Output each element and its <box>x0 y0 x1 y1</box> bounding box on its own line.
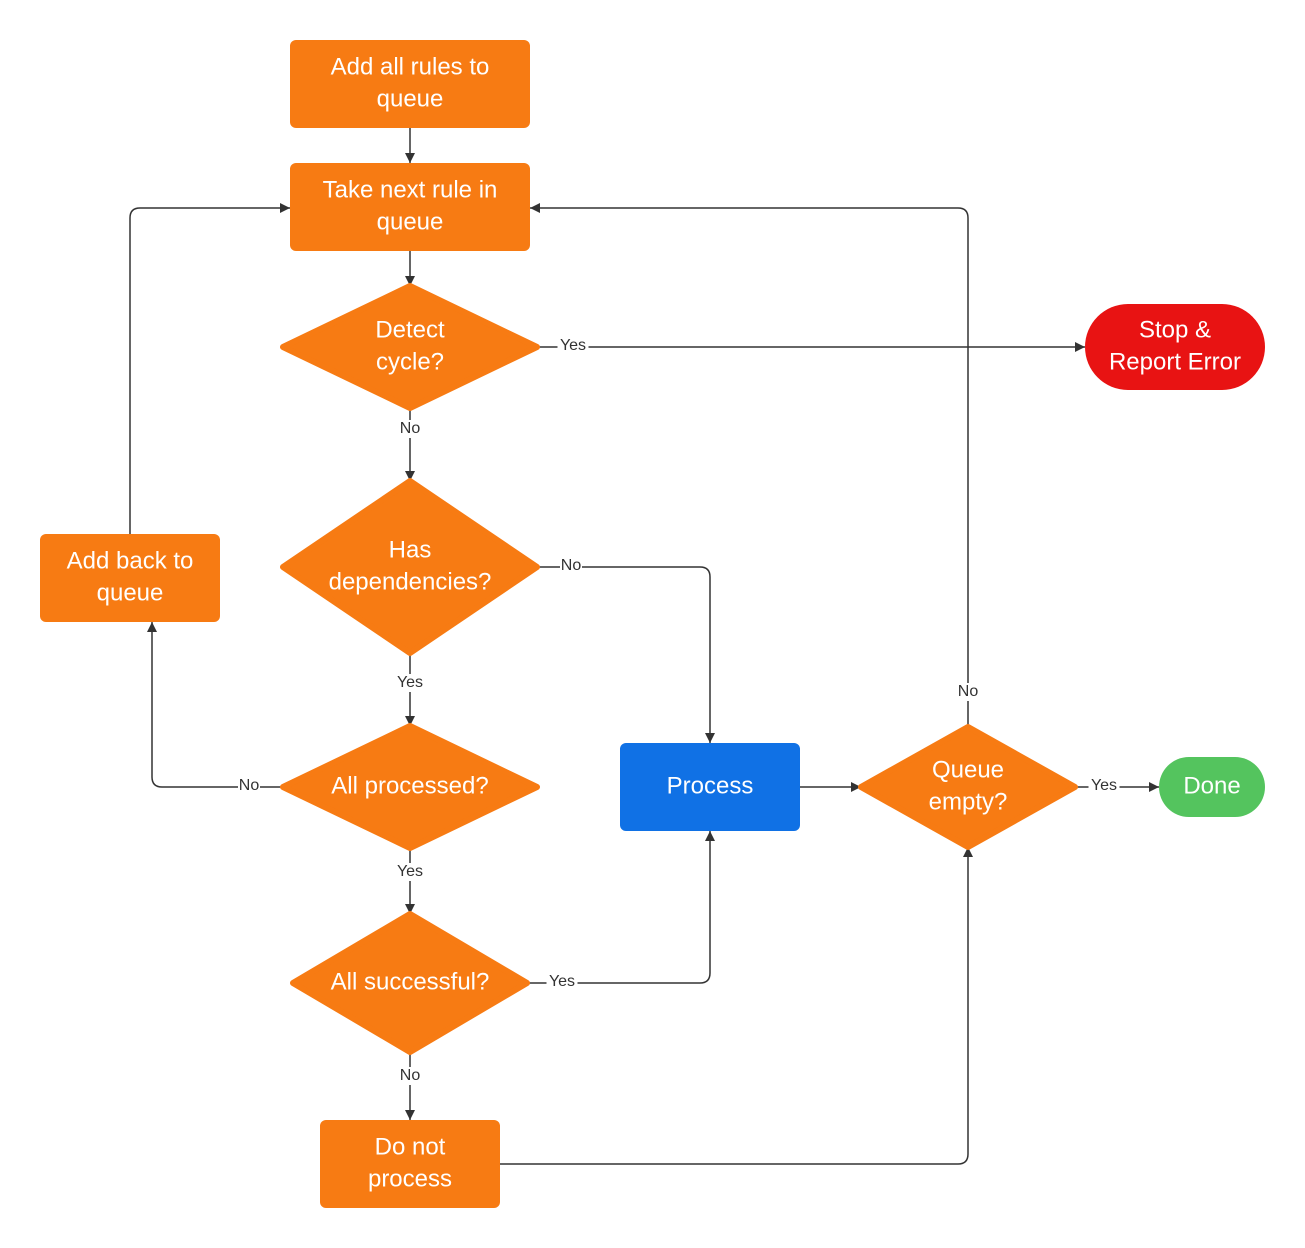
node-label-line: Report Error <box>1109 348 1241 375</box>
node-label-line: queue <box>97 579 164 606</box>
node-label-line: Add all rules to <box>331 53 490 80</box>
node-label-line: Take next rule in <box>323 176 498 203</box>
edge-add-back-to-take-next <box>129 203 290 534</box>
node-label-line: All successful? <box>331 968 490 995</box>
node-label-line: Do not <box>375 1133 446 1160</box>
edge-label: Yes <box>397 674 423 691</box>
node-queue-empty[interactable]: Queue empty? <box>858 724 1078 850</box>
node-label-line: queue <box>377 85 444 112</box>
node-label-line: Has <box>389 536 432 563</box>
edge-label: No <box>958 683 979 700</box>
nodes-layer: Add all rules to queue Take next rule in qu… <box>40 40 1265 1208</box>
node-label-line: dependencies? <box>329 568 492 595</box>
node-has-deps[interactable]: Has dependencies? <box>280 478 540 656</box>
node-label-line: process <box>368 1165 452 1192</box>
node-shape-diamond <box>280 283 540 411</box>
edge-label: No <box>400 420 421 437</box>
edge-label: Yes <box>397 863 423 880</box>
edge-has-deps-to-process <box>537 566 715 743</box>
node-label-line: cycle? <box>376 348 444 375</box>
node-done[interactable]: Done <box>1159 757 1265 817</box>
node-do-not-process[interactable]: Do not process <box>320 1120 500 1208</box>
node-label-line: Detect <box>375 316 445 343</box>
edge-label: No <box>561 557 582 574</box>
edge-label: Yes <box>560 337 586 354</box>
edges-layer <box>129 128 1159 1165</box>
edge-all-processed-to-add-back <box>147 622 283 788</box>
node-label-line: empty? <box>929 788 1008 815</box>
node-label-line: Queue <box>932 756 1004 783</box>
node-shape-diamond <box>280 478 540 656</box>
flowchart-canvas: Add all rules to queue Take next rule in qu… <box>40 40 1265 1208</box>
node-label-line: queue <box>377 208 444 235</box>
edge-do-not-process-to-queue-empty <box>500 847 973 1165</box>
edge-queue-empty-to-take-next <box>530 203 969 727</box>
node-label-line: Done <box>1183 772 1240 799</box>
node-stop-error[interactable]: Stop & Report Error <box>1085 304 1265 390</box>
node-add-back[interactable]: Add back to queue <box>40 534 220 622</box>
node-detect-cycle[interactable]: Detect cycle? <box>280 283 540 411</box>
edge-label: No <box>239 777 260 794</box>
edge-all-successful-to-process <box>527 831 715 984</box>
node-take-next[interactable]: Take next rule in queue <box>290 163 530 251</box>
node-all-successful[interactable]: All successful? <box>290 911 530 1055</box>
node-process[interactable]: Process <box>620 743 800 831</box>
node-label-line: Add back to <box>67 547 194 574</box>
node-shape-diamond <box>858 724 1078 850</box>
edge-label: Yes <box>549 973 575 990</box>
node-all-processed[interactable]: All processed? <box>280 723 540 851</box>
node-add-all[interactable]: Add all rules to queue <box>290 40 530 128</box>
node-label-line: Process <box>667 772 754 799</box>
node-label-line: All processed? <box>331 772 488 799</box>
node-label-line: Stop & <box>1139 316 1211 343</box>
edge-label: Yes <box>1091 777 1117 794</box>
edge-label: No <box>400 1067 421 1084</box>
